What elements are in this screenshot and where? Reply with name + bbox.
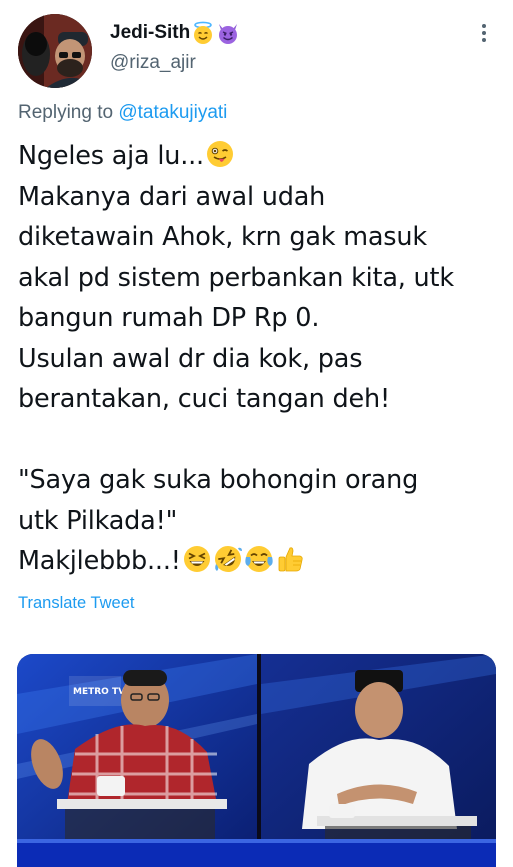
tweet-header: Jedi-Sith @riza_ajir [0, 0, 513, 96]
tweet-line: Makanya dari awal udah [18, 181, 326, 212]
translate-tweet-link[interactable]: Translate Tweet [18, 594, 134, 613]
channel-logo: METRO TV [69, 676, 125, 706]
user-handle[interactable]: @riza_ajir [110, 52, 196, 74]
reply-mention-link[interactable]: @tatakujiyati [118, 102, 227, 123]
more-options-button[interactable] [469, 18, 499, 48]
tweet-line: "Saya gak suka bohongin orang [18, 465, 419, 495]
grinning-squinting-face-emoji [183, 546, 210, 572]
svg-text:METRO TV: METRO TV [73, 687, 125, 697]
tweet-line: berantakan, cuci tangan deh! [18, 384, 391, 414]
face-with-tears-of-joy-emoji [245, 546, 273, 572]
tweet-line: utk Pilkada!" [18, 505, 178, 536]
rolling-on-floor-laughing-emoji [214, 546, 242, 572]
tweet-line: Ngeles aja lu... [18, 136, 508, 177]
video-thumbnail[interactable]: METRO TV [17, 654, 496, 867]
tweet-line-text: Ngeles aja lu... [18, 141, 204, 171]
avatar[interactable] [18, 14, 92, 88]
more-dots-icon [482, 24, 486, 42]
tweet-line [18, 420, 508, 461]
display-name[interactable]: Jedi-Sith [110, 22, 190, 44]
smiling-imp-emoji [219, 24, 238, 44]
replying-to-label: Replying to [18, 102, 114, 123]
tweet-line: bangun rumah DP Rp 0. [18, 303, 320, 333]
tweet-text: Ngeles aja lu... Makanya dari awal udah … [18, 136, 508, 582]
tweet-line: diketawain Ahok, krn gak masuk [18, 222, 427, 252]
thumbs-up-emoji [278, 547, 303, 572]
winking-face-with-tongue-emoji [206, 141, 233, 167]
replying-to: Replying to @tatakujiyati [18, 102, 227, 124]
tweet-line: Makjlebbb...! [18, 541, 508, 582]
smiling-face-with-halo-emoji [194, 21, 213, 44]
author-name-line[interactable]: Jedi-Sith [110, 19, 240, 47]
tweet-line: Usulan awal dr dia kok, pas [18, 343, 363, 374]
tweet-line-text: Makjlebbb...! [18, 546, 181, 576]
tweet-line: akal pd sistem perbankan kita, utk [18, 262, 454, 293]
